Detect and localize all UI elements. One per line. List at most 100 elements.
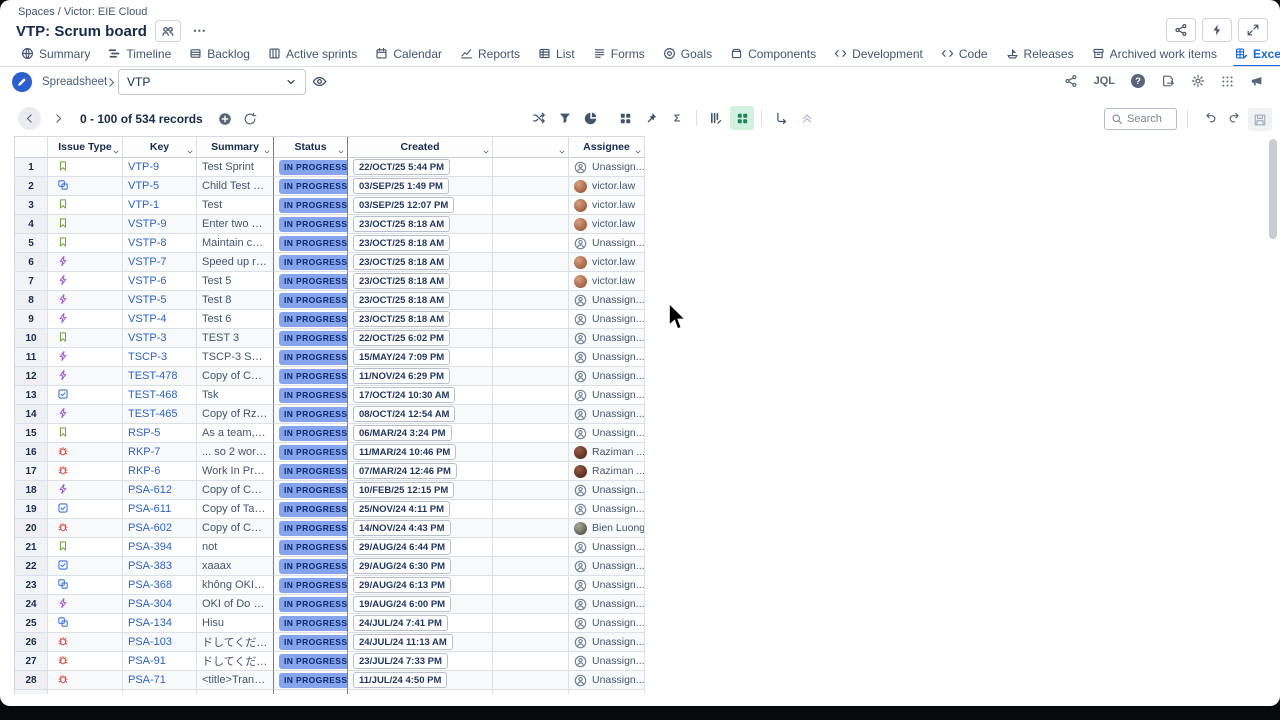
blank-cell[interactable] [493,614,569,633]
format-painter-button[interactable] [639,106,663,130]
assignee-cell[interactable]: Unassign... [569,481,645,500]
tab-active-sprints[interactable]: Active sprints [259,42,366,65]
issue-type-cell[interactable] [48,595,123,614]
status-cell[interactable]: IN PROGRESS [273,177,348,196]
status-cell[interactable]: IN PROGRESS [273,671,348,690]
created-cell[interactable]: 23/JUL/24 7:33 PM [348,652,493,671]
assignee-cell[interactable]: Unassign... [569,348,645,367]
blank-cell[interactable] [493,310,569,329]
grid-view-button[interactable] [730,106,754,130]
issue-key-link[interactable]: PSA-71 [123,671,197,690]
created-cell[interactable]: 11/MAR/24 10:46 PM [348,443,493,462]
blank-cell[interactable] [493,405,569,424]
add-record-button[interactable] [218,112,232,126]
assignee-cell[interactable]: victor.law [569,196,645,215]
assignee-cell[interactable]: Unassign... [569,158,645,177]
blank-cell[interactable] [493,367,569,386]
issue-type-cell[interactable] [48,405,123,424]
row-number[interactable]: 23 [15,576,48,595]
status-cell[interactable]: IN PROGRESS [273,253,348,272]
tab-goals[interactable]: Goals [654,42,721,65]
undo-button[interactable] [1203,110,1217,124]
refresh-button[interactable] [243,112,257,126]
sum-button[interactable]: Σ [665,106,689,130]
tab-calendar[interactable]: Calendar [366,42,451,65]
issue-type-cell[interactable] [48,253,123,272]
issue-type-cell[interactable] [48,652,123,671]
issue-key-link[interactable]: RKP-6 [123,462,197,481]
issue-type-cell[interactable] [48,500,123,519]
row-number[interactable]: 18 [15,481,48,500]
assignee-cell[interactable]: Unassign... [569,424,645,443]
tab-releases[interactable]: Releases [997,42,1083,65]
vertical-scrollbar[interactable] [1269,139,1278,692]
status-cell[interactable]: IN PROGRESS [273,405,348,424]
share-button[interactable] [1166,18,1196,42]
status-cell[interactable]: IN PROGRESS [273,215,348,234]
blank-cell[interactable] [493,177,569,196]
blank-cell[interactable] [493,633,569,652]
assignee-cell[interactable]: Unassign... [569,234,645,253]
row-number[interactable]: 5 [15,234,48,253]
issue-key-link[interactable]: VSTP-6 [123,272,197,291]
assignee-cell[interactable]: victor.law [569,253,645,272]
row-number[interactable]: 10 [15,329,48,348]
assignee-cell[interactable]: Unassign... [569,500,645,519]
chevron-down-icon[interactable] [186,148,194,156]
summary-cell[interactable]: Copy of Copy ... [197,519,273,538]
settings-button[interactable] [1191,74,1205,88]
blank-cell[interactable] [493,158,569,177]
summary-cell[interactable]: Hisu [197,614,273,633]
issue-type-cell[interactable] [48,538,123,557]
created-cell[interactable]: 29/AUG/24 6:44 PM [348,538,493,557]
created-cell[interactable]: 23/OCT/25 8:18 AM [348,234,493,253]
assignee-cell[interactable]: Bien Luong [569,519,645,538]
summary-cell[interactable]: Test 6 [197,310,273,329]
blank-cell[interactable] [493,481,569,500]
issue-type-cell[interactable] [48,557,123,576]
created-cell[interactable]: 17/OCT/24 10:30 AM [348,386,493,405]
blank-cell[interactable] [493,291,569,310]
issue-key-link[interactable]: PSA-383 [123,557,197,576]
summary-cell[interactable]: Speed up rep... [197,253,273,272]
status-cell[interactable]: IN PROGRESS [273,272,348,291]
chart-button[interactable] [579,106,603,130]
issue-type-cell[interactable] [48,310,123,329]
issue-type-cell[interactable] [48,215,123,234]
row-number[interactable]: 1 [15,158,48,177]
assignee-cell[interactable]: Unassign... [569,614,645,633]
blank-cell[interactable] [493,196,569,215]
issue-type-cell[interactable] [48,481,123,500]
row-number[interactable]: 27 [15,652,48,671]
summary-cell[interactable]: Maintain cons... [197,234,273,253]
created-cell[interactable]: 29/AUG/24 6:13 PM [348,576,493,595]
blank-cell[interactable] [493,462,569,481]
assignee-cell[interactable]: Unassign... [569,633,645,652]
status-cell[interactable]: IN PROGRESS [273,462,348,481]
created-cell[interactable]: 23/OCT/25 8:18 AM [348,291,493,310]
scrollbar-thumb[interactable] [1269,139,1277,239]
issue-key-link[interactable]: VTP-1 [123,196,197,215]
breadcrumb[interactable]: Spaces / Victor: EIE Cloud [18,6,147,18]
row-number[interactable]: 22 [15,557,48,576]
row-number[interactable]: 12 [15,367,48,386]
blank-cell[interactable] [493,519,569,538]
assignee-cell[interactable]: Unassign... [569,291,645,310]
save-button[interactable] [1248,108,1272,131]
issue-key-link[interactable]: VSTP-5 [123,291,197,310]
blank-cell[interactable] [493,272,569,291]
row-number[interactable]: 16 [15,443,48,462]
status-cell[interactable]: IN PROGRESS [273,557,348,576]
created-cell[interactable]: 19/AUG/24 6:00 PM [348,595,493,614]
created-cell[interactable]: 10/FEB/25 12:15 PM [348,481,493,500]
status-cell[interactable]: IN PROGRESS [273,234,348,253]
row-number[interactable]: 15 [15,424,48,443]
column-header-blank[interactable] [493,137,569,158]
tab-excel-like-bulk-issue-editor[interactable]: Excel-like Bulk Issue EditorSTG [1226,42,1280,65]
status-cell[interactable]: IN PROGRESS [273,310,348,329]
issue-key-link[interactable]: VSTP-4 [123,310,197,329]
more-actions-button[interactable]: ⋯ [189,23,211,39]
created-cell[interactable]: 29/AUG/24 6:30 PM [348,557,493,576]
created-cell[interactable]: 22/OCT/25 6:02 PM [348,329,493,348]
summary-cell[interactable]: Tsk [197,386,273,405]
